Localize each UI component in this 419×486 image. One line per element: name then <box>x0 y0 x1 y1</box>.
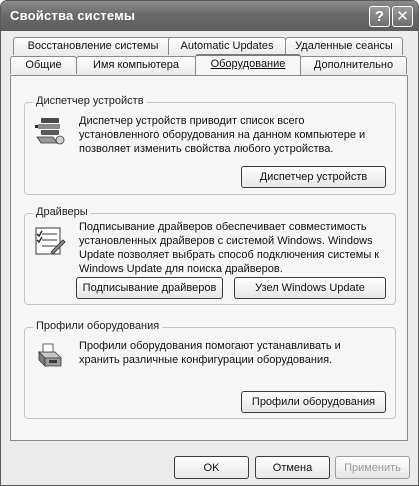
tab-label: Automatic Updates <box>180 40 274 52</box>
device-manager-description: Диспетчер устройств приводит список всег… <box>79 115 366 155</box>
tab-hardware[interactable]: Оборудование <box>195 54 301 75</box>
tab-label: Оборудование <box>210 58 286 70</box>
group-title: Диспетчер устройств <box>33 95 147 107</box>
close-button[interactable]: ✕ <box>392 6 413 27</box>
tab-label: Имя компьютера <box>92 59 180 71</box>
tab-general[interactable]: Общие <box>10 56 77 74</box>
driver-signing-button[interactable]: Подписывание драйверов <box>76 277 223 299</box>
tab-label: Дополнительно <box>313 59 394 71</box>
hardware-profiles-group: Профили оборудования Профили оборудовани… <box>24 320 396 419</box>
tab-label: Восстановление системы <box>27 40 159 52</box>
group-title: Драйверы <box>33 206 91 218</box>
hardware-tab-panel: Диспетчер устройств Диспетчер устройств … <box>10 75 408 441</box>
cancel-button[interactable]: Отмена <box>255 456 330 479</box>
tab-label: Удаленные сеансы <box>295 40 393 52</box>
tab-system-restore[interactable]: Восстановление системы <box>13 37 173 55</box>
tab-label: Общие <box>25 59 62 71</box>
system-properties-window: Свойства системы ? ✕ Восстановление сист… <box>0 0 419 486</box>
tab-remote-sessions[interactable]: Удаленные сеансы <box>285 37 403 55</box>
apply-button[interactable]: Применить <box>335 456 410 479</box>
group-title: Профили оборудования <box>33 320 163 332</box>
hardware-profiles-button[interactable]: Профили оборудования <box>241 391 386 413</box>
window-title: Свойства системы <box>10 8 136 23</box>
title-bar[interactable]: Свойства системы ? ✕ <box>1 1 418 31</box>
tab-computer-name[interactable]: Имя компьютера <box>76 56 196 74</box>
device-manager-icon <box>35 118 65 145</box>
tab-advanced[interactable]: Дополнительно <box>300 56 407 74</box>
device-manager-group: Диспетчер устройств Диспетчер устройств … <box>24 95 396 195</box>
hardware-profiles-description: Профили оборудования помогают устанавлив… <box>79 340 341 366</box>
device-manager-button[interactable]: Диспетчер устройств <box>241 166 386 188</box>
drivers-description: Подписывание драйверов обеспечивает совм… <box>79 221 380 275</box>
ok-button[interactable]: OK <box>174 456 249 479</box>
tab-automatic-updates[interactable]: Automatic Updates <box>168 37 286 55</box>
drivers-group: Драйверы Подписывание драйверов обеспечи… <box>24 206 396 305</box>
help-button[interactable]: ? <box>369 6 390 27</box>
windows-update-button[interactable]: Узел Windows Update <box>234 277 386 299</box>
driver-checklist-icon <box>35 227 66 255</box>
hardware-profiles-icon <box>38 343 62 367</box>
